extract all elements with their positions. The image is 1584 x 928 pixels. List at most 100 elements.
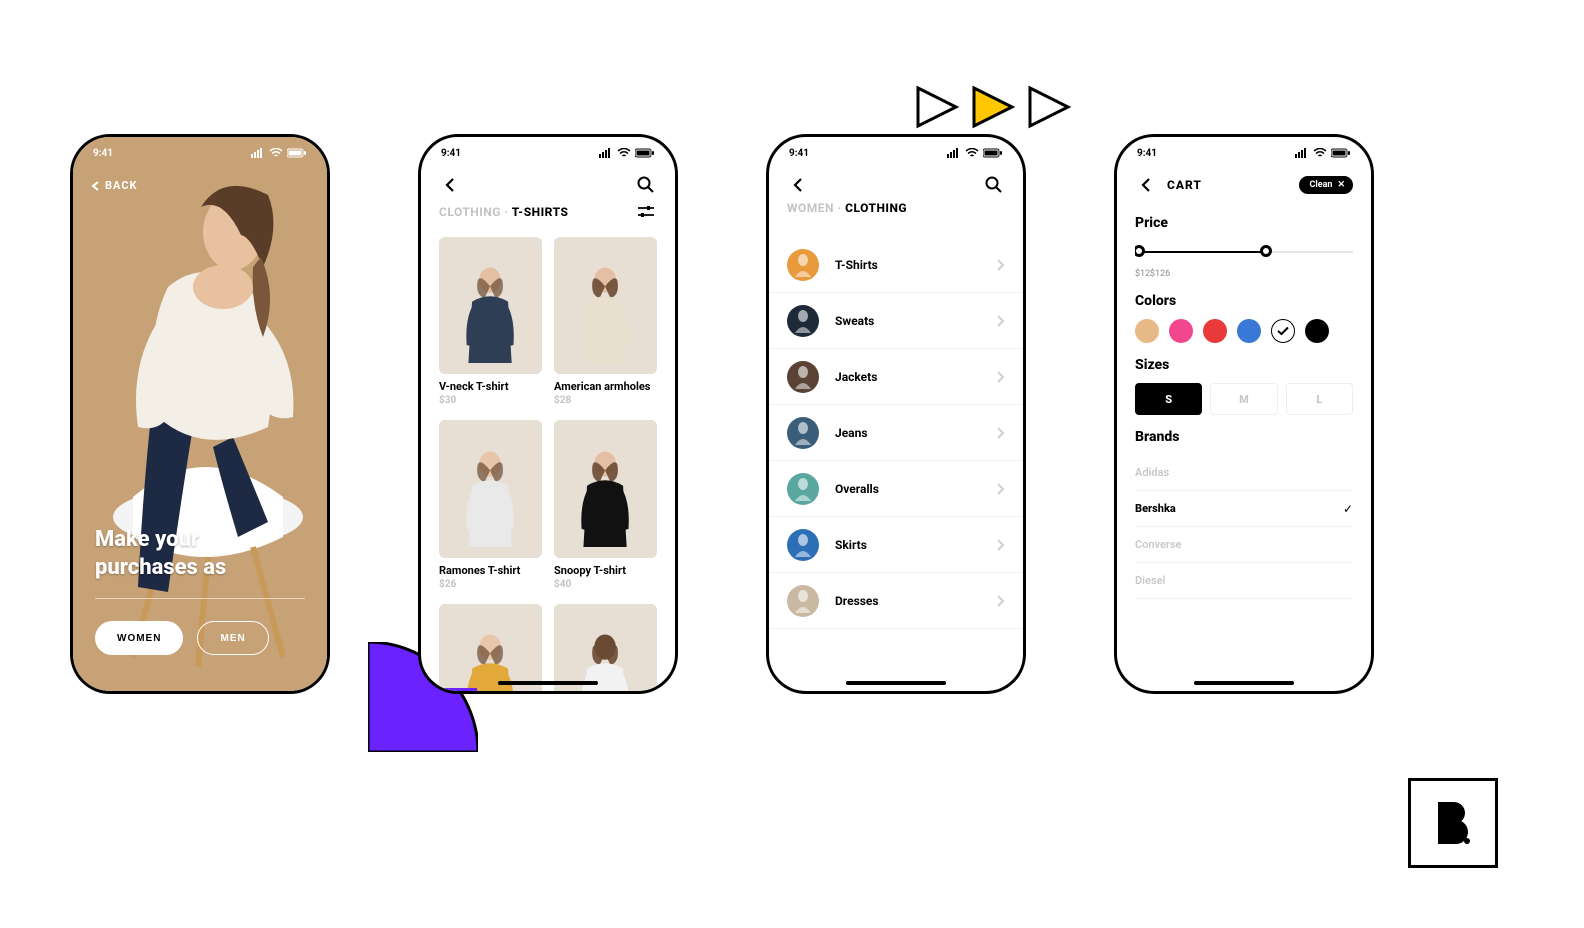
check-icon: ✓: [1343, 502, 1353, 516]
divider: [95, 598, 305, 599]
section-colors: Colors: [1135, 293, 1353, 309]
brand-label: Diesel: [1135, 574, 1165, 587]
category-row[interactable]: T-Shirts: [769, 237, 1023, 293]
back-label: BACK: [105, 179, 138, 192]
home-indicator: [846, 681, 946, 685]
search-button[interactable]: [635, 174, 657, 196]
product-title: V-neck T-shirt: [439, 380, 542, 393]
status-bar: 9:41: [73, 137, 327, 165]
women-button[interactable]: WOMEN: [95, 621, 183, 655]
chevron-right-icon: [997, 259, 1005, 271]
hero-headline: Make your purchases as: [95, 526, 226, 581]
product-title: Snoopy T-shirt: [554, 564, 657, 577]
breadcrumb: WOMEN · CLOTHING: [787, 201, 907, 215]
chevron-right-icon: [997, 595, 1005, 607]
category-avatar: [787, 249, 819, 281]
product-card[interactable]: Snoopy T-shirt $40: [554, 420, 657, 589]
category-row[interactable]: Dresses: [769, 573, 1023, 629]
phone-screen-filters: 9:41 CART Clean ✕ Price: [1114, 134, 1374, 694]
phone-screen-products: 9:41 CLOTHING · T-SHIRTS: [418, 134, 678, 694]
battery-icon: [635, 148, 655, 158]
chevron-left-icon: [1141, 178, 1151, 192]
color-swatch[interactable]: [1203, 319, 1227, 343]
status-time: 9:41: [441, 148, 461, 159]
slider-knob-max[interactable]: [1260, 245, 1272, 257]
brand-row[interactable]: Adidas: [1135, 455, 1353, 491]
category-avatar: [787, 361, 819, 393]
brand-label: Bershka: [1135, 502, 1176, 515]
category-avatar: [787, 305, 819, 337]
page-title: CART: [1167, 178, 1202, 192]
color-swatch[interactable]: [1271, 319, 1295, 343]
chevron-right-icon: [997, 427, 1005, 439]
back-button[interactable]: [439, 174, 461, 196]
hero-image: [73, 137, 327, 691]
category-row[interactable]: Sweats: [769, 293, 1023, 349]
brand-row[interactable]: Bershka ✓: [1135, 491, 1353, 527]
signal-bars-icon: [251, 148, 265, 158]
category-avatar: [787, 417, 819, 449]
product-image: [554, 237, 657, 374]
status-time: 9:41: [93, 148, 113, 159]
product-title: Ramones T-shirt: [439, 564, 542, 577]
product-title: American armholes: [554, 380, 657, 393]
color-swatch[interactable]: [1237, 319, 1261, 343]
color-swatch[interactable]: [1169, 319, 1193, 343]
color-swatch[interactable]: [1305, 319, 1329, 343]
section-sizes: Sizes: [1135, 357, 1353, 373]
brand-label: Adidas: [1135, 466, 1169, 479]
product-image: [554, 420, 657, 557]
product-image: [554, 604, 657, 691]
price-slider[interactable]: [1135, 241, 1353, 269]
wifi-icon: [965, 148, 979, 158]
men-button[interactable]: MEN: [197, 621, 268, 655]
size-button[interactable]: S: [1135, 383, 1202, 415]
product-image: [439, 420, 542, 557]
chevron-right-icon: [997, 483, 1005, 495]
wifi-icon: [1313, 148, 1327, 158]
product-price: $40: [554, 579, 657, 590]
product-card[interactable]: American armholes $28: [554, 237, 657, 406]
category-row[interactable]: Skirts: [769, 517, 1023, 573]
category-label: Jackets: [835, 370, 997, 384]
back-button[interactable]: BACK: [91, 179, 138, 192]
price-range-labels: $12 $126: [1135, 269, 1353, 279]
filter-button[interactable]: [635, 201, 657, 223]
battery-icon: [1331, 148, 1351, 158]
status-bar: 9:41: [769, 137, 1023, 165]
brand-row[interactable]: Converse: [1135, 527, 1353, 563]
category-label: Dresses: [835, 594, 997, 608]
chevron-right-icon: [997, 539, 1005, 551]
category-row[interactable]: Jackets: [769, 349, 1023, 405]
battery-icon: [287, 148, 307, 158]
decorative-triangles: [914, 84, 1072, 130]
size-button[interactable]: M: [1210, 383, 1277, 415]
scroll-progress: [421, 688, 477, 691]
brand-row[interactable]: Diesel: [1135, 563, 1353, 599]
category-label: Overalls: [835, 482, 997, 496]
signal-bars-icon: [947, 148, 961, 158]
slider-knob-min[interactable]: [1135, 245, 1145, 257]
search-button[interactable]: [983, 174, 1005, 196]
category-row[interactable]: Jeans: [769, 405, 1023, 461]
chevron-left-icon: [793, 178, 803, 192]
back-button[interactable]: [787, 174, 809, 196]
home-indicator: [498, 681, 598, 685]
product-price: $26: [439, 579, 542, 590]
category-label: Skirts: [835, 538, 997, 552]
product-card[interactable]: Ramones T-shirt $26: [439, 420, 542, 589]
section-price: Price: [1135, 215, 1353, 231]
status-time: 9:41: [1137, 148, 1157, 159]
product-card[interactable]: [554, 604, 657, 691]
category-row[interactable]: Overalls: [769, 461, 1023, 517]
color-swatch[interactable]: [1135, 319, 1159, 343]
chevron-right-icon: [997, 315, 1005, 327]
search-icon: [985, 176, 1003, 194]
status-bar: 9:41: [421, 137, 675, 165]
back-button[interactable]: [1135, 174, 1157, 196]
category-avatar: [787, 473, 819, 505]
size-button[interactable]: L: [1286, 383, 1353, 415]
product-card[interactable]: V-neck T-shirt $30: [439, 237, 542, 406]
clean-chip[interactable]: Clean ✕: [1299, 176, 1353, 194]
product-card[interactable]: [439, 604, 542, 691]
